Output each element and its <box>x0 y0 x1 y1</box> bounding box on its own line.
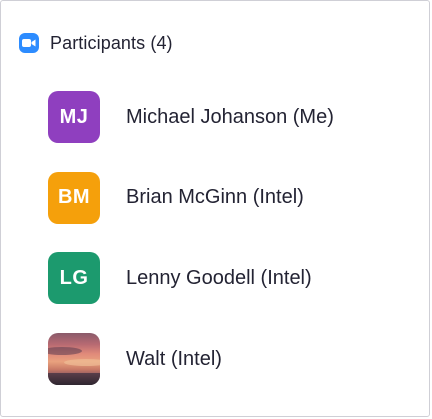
avatar-initials: BM <box>57 186 91 209</box>
photo-ground <box>48 373 100 386</box>
avatar-initials: LG <box>59 266 89 289</box>
participant-name: Michael Johanson (Me) <box>126 105 334 128</box>
participant-row[interactable]: LG Lenny Goodell (Intel) <box>48 251 418 305</box>
panel-title: Participants (4) <box>50 32 173 53</box>
participants-panel: Participants (4) MJ Michael Johanson (Me… <box>0 0 430 417</box>
participant-name: Walt (Intel) <box>126 347 222 370</box>
participant-name: Brian McGinn (Intel) <box>126 186 304 209</box>
participant-row[interactable]: BM Brian McGinn (Intel) <box>48 171 418 225</box>
photo-cloud <box>64 359 100 367</box>
panel-header: Participants (4) <box>19 29 173 57</box>
avatar: MJ <box>48 91 100 143</box>
photo-cloud <box>48 347 82 356</box>
participant-row[interactable]: MJ Michael Johanson (Me) <box>48 90 418 144</box>
participant-list: MJ Michael Johanson (Me) BM Brian McGinn… <box>48 90 418 413</box>
avatar-initials: MJ <box>59 105 89 128</box>
zoom-camera-icon <box>19 33 39 53</box>
avatar-photo <box>48 333 100 386</box>
participant-row[interactable]: Walt (Intel) <box>48 332 418 386</box>
avatar: BM <box>48 171 100 224</box>
participant-name: Lenny Goodell (Intel) <box>126 266 312 289</box>
avatar: LG <box>48 252 100 305</box>
